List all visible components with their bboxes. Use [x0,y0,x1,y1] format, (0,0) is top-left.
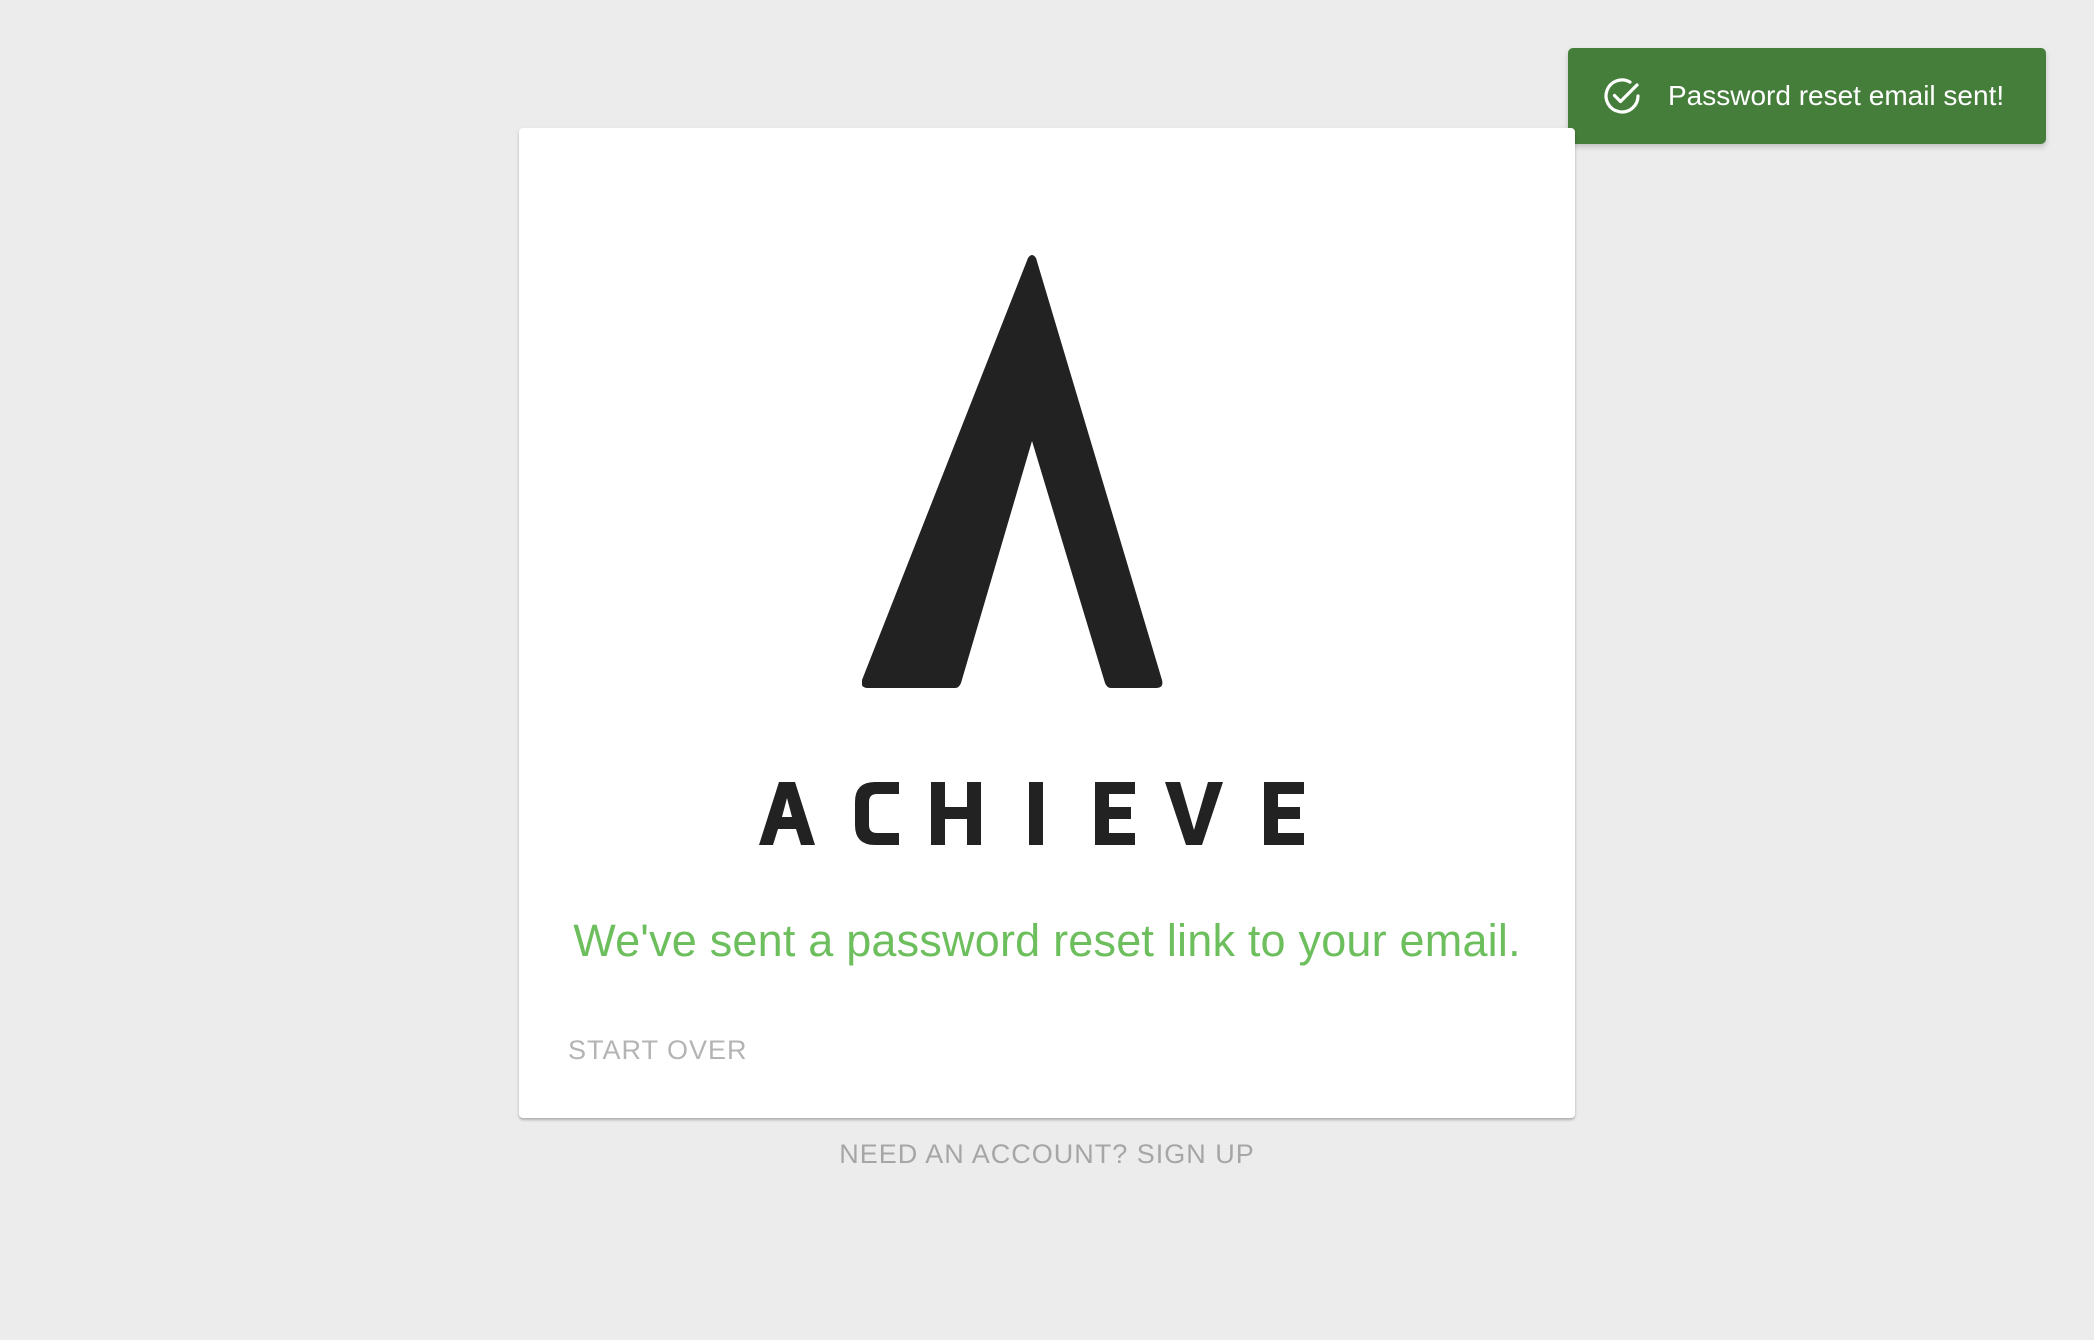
toast-message: Password reset email sent! [1668,80,2005,111]
sign-up-link[interactable]: NEED AN ACCOUNT? SIGN UP [0,1132,2094,1176]
reset-confirmation-message: We've sent a password reset link to your… [573,915,1521,966]
success-toast: Password reset email sent! [1568,48,2046,144]
check-circle-icon [1604,78,1640,114]
start-over-button[interactable]: START OVER [548,1025,768,1075]
achieve-wordmark-logo [759,782,1304,845]
password-reset-card [519,128,1575,1118]
achieve-logo-mark [862,255,1163,688]
